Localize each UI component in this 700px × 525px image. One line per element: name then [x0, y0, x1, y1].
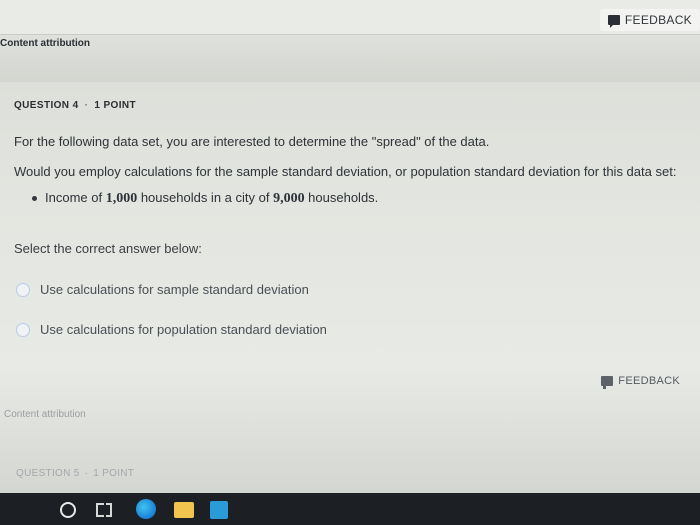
bullet-icon — [32, 196, 37, 201]
radio-button-population[interactable] — [16, 322, 30, 337]
question-text-line2: Would you employ calculations for the sa… — [14, 164, 677, 179]
content-attribution-link[interactable]: Content attribution — [0, 38, 90, 49]
store-icon[interactable] — [210, 501, 228, 519]
question-points: 1 POINT — [94, 100, 137, 111]
question5-points: 1 POINT — [93, 468, 135, 479]
top-bar — [0, 0, 700, 34]
feedback-label: FEEDBACK — [624, 13, 692, 27]
feedback-flag-icon — [601, 376, 614, 389]
answer-option-sample[interactable]: Use calculations for sample standard dev… — [16, 282, 309, 297]
file-explorer-icon[interactable] — [174, 502, 194, 518]
bullet-text-mid: households in a city of — [137, 190, 274, 205]
content-attribution-bar — [0, 34, 700, 82]
feedback-button-question5[interactable]: FEEDBACK — [593, 371, 688, 391]
question5-number: QUESTION 5 — [16, 468, 80, 479]
search-icon[interactable] — [60, 502, 76, 518]
question-text-line1: For the following data set, you are inte… — [14, 134, 490, 149]
feedback-label: FEEDBACK — [618, 375, 680, 387]
list-item: Income of 1,000 households in a city of … — [32, 190, 378, 207]
feedback-button[interactable]: FEEDBACK — [599, 9, 700, 31]
radio-button-sample[interactable] — [16, 282, 30, 297]
select-answer-label: Select the correct answer below: — [14, 241, 202, 256]
answer-option-label: Use calculations for population standard… — [40, 322, 327, 337]
bullet-number-city: 9,000 — [273, 191, 305, 206]
feedback-flag-icon — [607, 15, 620, 28]
bullet-text: Income of 1,000 households in a city of … — [45, 190, 378, 207]
bullet-text-pre: Income of — [45, 190, 106, 205]
content-attribution-link-question5[interactable]: Content attribution — [4, 409, 86, 420]
task-view-icon[interactable] — [96, 503, 112, 517]
answer-option-population[interactable]: Use calculations for population standard… — [16, 322, 327, 337]
answer-option-label: Use calculations for sample standard dev… — [40, 282, 309, 297]
bullet-number-households: 1,000 — [105, 191, 138, 206]
bullet-text-post: households. — [304, 190, 379, 205]
separator: · — [84, 100, 89, 111]
question-header: QUESTION 4 · 1 POINT — [14, 100, 136, 111]
separator: · — [84, 468, 89, 479]
edge-browser-icon[interactable] — [136, 499, 156, 519]
question-number: QUESTION 4 — [14, 100, 79, 111]
question5-header: QUESTION 5 · 1 POINT — [16, 468, 134, 479]
